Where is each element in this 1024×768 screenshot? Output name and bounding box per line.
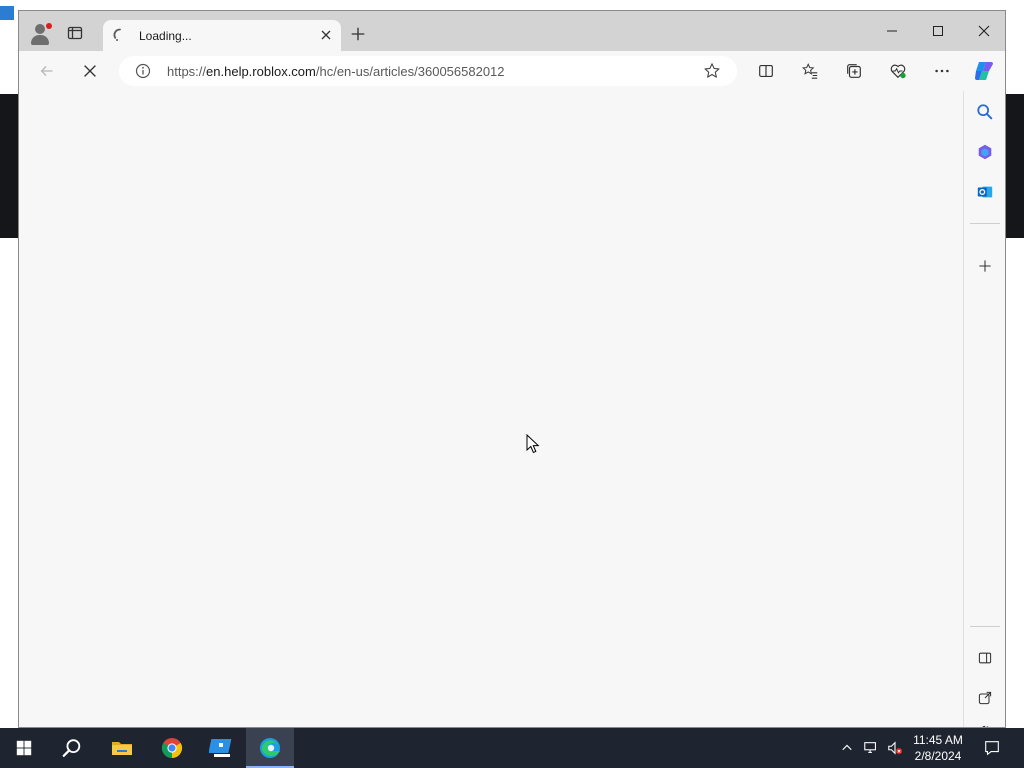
close-icon — [978, 25, 990, 37]
profile-button[interactable] — [27, 21, 55, 49]
tab-actions-button[interactable] — [67, 25, 87, 45]
browser-toolbar: https://en.help.roblox.com/hc/en-us/arti… — [19, 51, 1005, 91]
chrome-icon — [161, 738, 183, 759]
copilot-icon — [975, 62, 993, 80]
sidebar-settings-button[interactable] — [974, 721, 996, 727]
clock-time: 11:45 AM — [913, 733, 963, 747]
tab-close-icon[interactable] — [319, 28, 333, 42]
desktop-background-right — [1006, 0, 1024, 94]
open-external-icon — [978, 691, 992, 705]
notification-icon — [985, 741, 999, 756]
maximize-icon — [933, 26, 943, 36]
desktop-app-icon — [0, 6, 14, 20]
desktop-window-behind-right — [1006, 94, 1024, 238]
plus-icon — [351, 27, 365, 41]
site-info-icon[interactable] — [135, 63, 151, 79]
url-text: https://en.help.roblox.com/hc/en-us/arti… — [167, 64, 505, 79]
minimize-button[interactable] — [869, 17, 915, 45]
favorite-star-icon[interactable] — [703, 62, 721, 80]
taskbar-chrome[interactable] — [148, 728, 196, 768]
network-tray-button[interactable] — [862, 738, 880, 758]
file-explorer-icon — [112, 742, 132, 755]
profile-status-dot — [46, 23, 52, 29]
collections-button[interactable] — [842, 59, 866, 83]
taskbar-roblox[interactable] — [197, 728, 245, 768]
copilot-button[interactable] — [972, 59, 996, 83]
taskbar-file-explorer[interactable] — [98, 728, 146, 768]
sidebar-separator — [970, 626, 1000, 627]
taskbar-edge[interactable] — [246, 728, 294, 768]
stop-loading-button[interactable] — [78, 59, 102, 83]
outlook-icon — [977, 186, 993, 198]
sidebar-open-external-button[interactable] — [974, 687, 996, 709]
tab-title: Loading... — [139, 29, 192, 43]
search-icon — [62, 739, 81, 757]
split-screen-icon — [759, 65, 773, 77]
sidebar-separator — [970, 223, 1000, 224]
loading-spinner-icon — [113, 28, 121, 41]
desktop-window-behind — [0, 94, 18, 238]
url-path: /hc/en-us/articles/360056582012 — [315, 64, 505, 79]
settings-more-button[interactable] — [930, 59, 954, 83]
taskbar: 11:45 AM 2/8/2024 — [0, 728, 1024, 768]
sidebar-m365-button[interactable] — [974, 141, 996, 163]
url-scheme: https:// — [167, 64, 207, 79]
search-icon — [977, 104, 993, 120]
back-button[interactable] — [35, 59, 59, 83]
volume-tray-button[interactable] — [886, 738, 904, 758]
roblox-icon — [209, 739, 232, 757]
profile-icon — [35, 24, 45, 34]
tab-active[interactable]: Loading... — [103, 20, 341, 51]
sidebar-search-button[interactable] — [974, 101, 996, 123]
collections-icon — [847, 64, 861, 78]
show-hidden-icons-button[interactable] — [838, 738, 856, 758]
windows-start-icon — [16, 740, 32, 756]
minimize-icon — [887, 30, 897, 32]
sidebar-panel-icon — [978, 652, 992, 664]
profile-icon-body — [31, 35, 49, 45]
edge-icon — [260, 738, 280, 758]
sidebar-outlook-button[interactable] — [974, 181, 996, 203]
network-icon — [864, 742, 876, 753]
address-bar[interactable]: https://en.help.roblox.com/hc/en-us/arti… — [119, 56, 737, 86]
mouse-cursor-icon — [526, 434, 540, 454]
taskbar-search-button[interactable] — [48, 728, 96, 768]
back-arrow-icon — [40, 66, 53, 76]
browser-essentials-button[interactable] — [886, 59, 910, 83]
tab-strip: Loading... — [19, 11, 1005, 51]
sidebar-hide-button[interactable] — [974, 647, 996, 669]
favorites-list-icon — [801, 63, 818, 79]
page-content[interactable] — [19, 91, 964, 727]
clock-date: 2/8/2024 — [914, 749, 962, 763]
edge-sidebar — [964, 91, 1005, 727]
volume-muted-icon — [888, 741, 903, 755]
browser-window: Loading... https://en.help.roblox.com/hc… — [18, 10, 1006, 728]
close-window-button[interactable] — [961, 17, 1005, 45]
tab-actions-icon — [67, 26, 83, 40]
taskbar-clock[interactable]: 11:45 AM 2/8/2024 — [906, 732, 970, 764]
split-screen-button[interactable] — [754, 59, 778, 83]
favorites-button[interactable] — [798, 59, 822, 83]
microsoft-365-icon — [978, 144, 992, 160]
plus-icon — [979, 260, 991, 272]
stop-icon — [84, 65, 96, 77]
start-button[interactable] — [0, 728, 48, 768]
more-options-icon — [935, 69, 949, 73]
heart-pulse-icon — [890, 64, 906, 79]
sidebar-add-button[interactable] — [974, 255, 996, 277]
new-tab-button[interactable] — [349, 25, 369, 45]
notification-center-button[interactable] — [980, 736, 1004, 760]
chevron-up-icon — [842, 744, 852, 751]
maximize-button[interactable] — [915, 17, 961, 45]
url-host: en.help.roblox.com — [206, 64, 316, 79]
